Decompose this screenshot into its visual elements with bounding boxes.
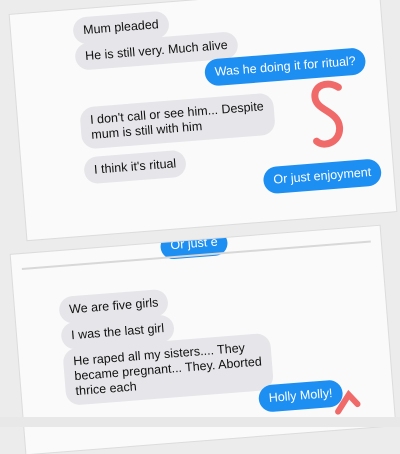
chat-screenshot-top: Mum pleaded He is still very. Much alive… (9, 0, 397, 241)
sent-message: Or just enjoyment (262, 158, 383, 195)
sent-message: Holly Molly! (257, 379, 344, 413)
bottom-band (0, 417, 400, 427)
red-s-annotation-icon (311, 80, 344, 148)
received-message: I don't call or see him... Despite mum i… (79, 92, 276, 150)
received-message: I think it's ritual (83, 149, 188, 185)
red-mark-icon (335, 389, 361, 415)
